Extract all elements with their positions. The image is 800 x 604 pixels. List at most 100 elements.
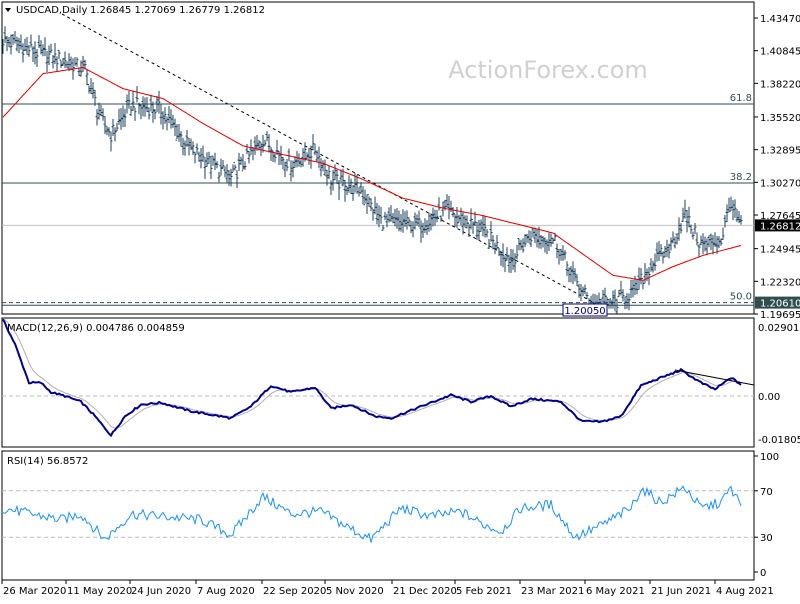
x-tick-label: 23 Mar 2021 xyxy=(521,586,584,597)
price-bar xyxy=(105,126,109,136)
price-panel xyxy=(1,1,755,315)
price-bar xyxy=(519,239,523,251)
collapse-triangle-icon[interactable] xyxy=(5,8,11,12)
price-bar xyxy=(515,244,519,260)
price-bar xyxy=(683,199,687,219)
fib-label: 38.2 xyxy=(730,172,752,183)
price-bar xyxy=(667,243,671,259)
price-bar xyxy=(505,247,509,261)
price-bar xyxy=(299,158,303,168)
price-bar xyxy=(459,207,463,226)
price-bar xyxy=(317,146,321,169)
price-bar xyxy=(161,111,165,130)
price-bar xyxy=(513,253,517,273)
price-bar xyxy=(9,34,13,55)
price-bar xyxy=(223,166,227,178)
price-bar xyxy=(567,267,571,283)
price-bar xyxy=(733,199,737,218)
price-bar xyxy=(613,289,617,312)
price-bar xyxy=(191,141,195,156)
chart-title: USDCAD,Daily xyxy=(16,5,87,16)
price-bar xyxy=(477,219,481,241)
price-bar xyxy=(87,83,91,94)
price-bar xyxy=(165,116,169,131)
price-bar xyxy=(651,260,655,273)
price-bar xyxy=(573,268,577,282)
price-bar xyxy=(691,231,695,240)
price-bar xyxy=(333,164,337,181)
price-bar xyxy=(29,34,33,48)
price-bar xyxy=(727,197,731,213)
price-bar xyxy=(75,57,79,67)
price-bar xyxy=(701,233,705,255)
price-bar xyxy=(489,221,493,242)
price-bar xyxy=(195,143,199,154)
price-bar xyxy=(655,242,659,262)
price-bar xyxy=(671,231,675,244)
price-bar xyxy=(501,243,505,268)
price-bar xyxy=(475,222,479,240)
price-bar xyxy=(379,206,383,224)
price-bar xyxy=(205,152,209,167)
price-bar xyxy=(117,108,121,125)
price-bar xyxy=(85,69,89,86)
fib-label: 50.0 xyxy=(730,292,752,303)
price-bar xyxy=(535,228,539,248)
price-bar xyxy=(287,148,291,162)
price-bar xyxy=(259,141,263,157)
price-bar xyxy=(67,53,71,72)
price-bar xyxy=(695,232,699,246)
price-bar xyxy=(425,220,429,235)
x-tick-label: 24 Jun 2020 xyxy=(131,586,191,597)
price-bar xyxy=(365,194,369,215)
price-bar xyxy=(431,207,435,227)
price-bar xyxy=(693,223,697,235)
price-bar xyxy=(485,229,489,238)
y-tick-label: 1.24945 xyxy=(760,245,800,256)
price-bar xyxy=(375,202,379,225)
price-bar xyxy=(107,127,111,137)
price-bar xyxy=(543,237,547,253)
price-bar xyxy=(129,105,133,117)
price-bar xyxy=(707,235,711,248)
price-bar xyxy=(417,210,421,228)
price-bar xyxy=(409,221,413,234)
price-bar xyxy=(7,37,11,47)
price-bar xyxy=(615,298,619,315)
price-bar xyxy=(69,56,73,71)
price-bar xyxy=(521,238,525,253)
price-bar xyxy=(213,152,217,171)
price-bar xyxy=(231,164,235,173)
price-bar xyxy=(139,103,143,120)
price-bar xyxy=(527,230,531,244)
price-bar xyxy=(65,61,69,69)
price-bar xyxy=(511,249,515,270)
y-tick-label: 1.43470 xyxy=(760,14,800,25)
price-bar xyxy=(43,37,47,57)
price-bar xyxy=(297,153,301,167)
price-bar xyxy=(123,108,127,128)
price-bar xyxy=(555,243,559,259)
x-tick-label: 21 Dec 2020 xyxy=(393,586,457,597)
x-tick-label: 7 Aug 2020 xyxy=(197,586,255,597)
price-bar xyxy=(13,31,17,44)
price-bar xyxy=(491,235,495,250)
y-tick-label: 1.38220 xyxy=(760,79,800,90)
price-bar xyxy=(247,151,251,164)
fib-label: 61.8 xyxy=(730,93,752,104)
price-bar xyxy=(541,235,545,248)
x-tick-label: 11 May 2020 xyxy=(67,586,132,597)
price-bar xyxy=(529,230,533,248)
current-price-label: 1.26812 xyxy=(760,221,800,232)
price-bar xyxy=(721,227,725,240)
price-bar xyxy=(217,171,221,183)
price-bar xyxy=(229,168,233,187)
price-bar xyxy=(157,90,161,114)
price-bar xyxy=(689,224,693,234)
price-bar xyxy=(181,137,185,156)
price-bar xyxy=(435,209,439,223)
macd-plot xyxy=(2,318,755,438)
price-bar xyxy=(373,196,377,215)
y-tick-label: 1.22320 xyxy=(760,277,800,288)
price-bar xyxy=(281,156,285,170)
